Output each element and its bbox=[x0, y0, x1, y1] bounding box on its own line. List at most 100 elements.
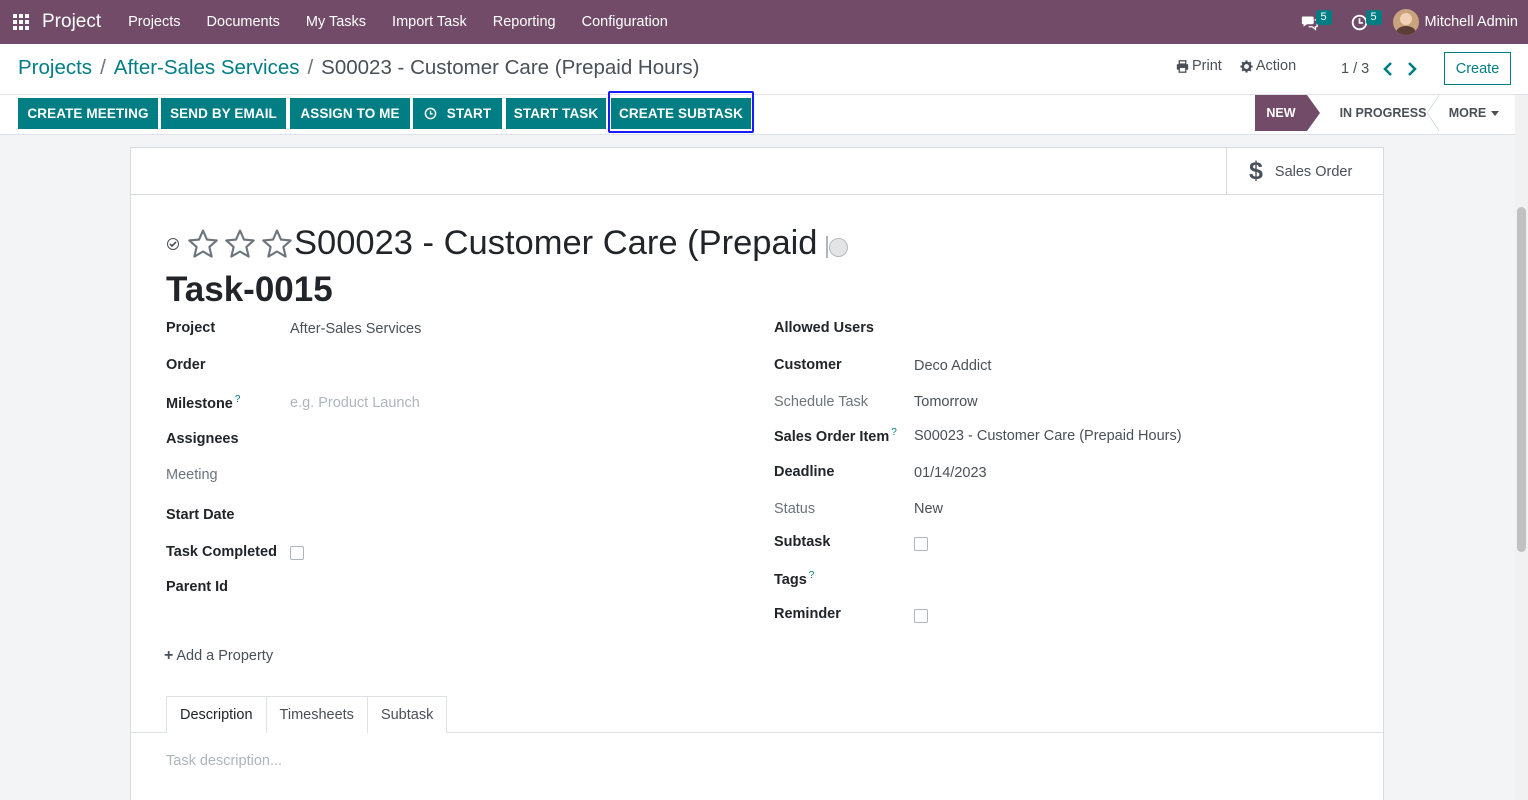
status-label: Status bbox=[774, 501, 816, 517]
sales-order-smart-button[interactable]: $ Sales Order bbox=[1226, 148, 1383, 195]
create-meeting-button[interactable]: CREATE MEETING bbox=[18, 98, 158, 129]
plus-icon: + bbox=[164, 647, 174, 664]
reminder-checkbox[interactable] bbox=[914, 609, 928, 623]
assign-to-me-button[interactable]: ASSIGN TO ME bbox=[290, 98, 410, 129]
top-navbar: Project Projects Documents My Tasks Impo… bbox=[0, 0, 1528, 44]
text-cursor bbox=[826, 236, 828, 258]
messages-count-badge: 5 bbox=[1315, 10, 1332, 25]
breadcrumb-current: S00023 - Customer Care (Prepaid Hours) bbox=[321, 56, 700, 79]
stage-more-label: MORE bbox=[1448, 106, 1487, 120]
print-icon bbox=[1176, 59, 1189, 73]
sales-order-item-field[interactable]: S00023 - Customer Care (Prepaid Hours) bbox=[914, 428, 1182, 444]
tab-subtask[interactable]: Subtask bbox=[366, 696, 448, 733]
start-task-button[interactable]: START TASK bbox=[506, 98, 606, 129]
sales-order-item-label-text: Sales Order Item bbox=[774, 428, 890, 445]
pager-value[interactable]: 1 / 3 bbox=[1341, 61, 1369, 77]
menu-documents[interactable]: Documents bbox=[194, 14, 293, 30]
sales-order-item-label: Sales Order Item? bbox=[774, 427, 897, 445]
customer-field[interactable]: Deco Addict bbox=[914, 358, 991, 374]
meeting-label: Meeting bbox=[166, 467, 218, 483]
task-number: Task-0015 bbox=[166, 270, 333, 309]
help-icon[interactable]: ? bbox=[235, 394, 241, 405]
sales-order-label: Sales Order bbox=[1274, 163, 1353, 180]
tags-label-text: Tags bbox=[774, 571, 807, 588]
breadcrumb-separator: / bbox=[307, 56, 314, 79]
caret-down-icon bbox=[1491, 110, 1500, 116]
add-property-label: Add a Property bbox=[176, 648, 274, 664]
create-button[interactable]: Create bbox=[1444, 52, 1511, 85]
milestone-field[interactable]: e.g. Product Launch bbox=[290, 395, 420, 411]
stage-new[interactable]: NEW bbox=[1255, 95, 1320, 131]
stage-in-progress[interactable]: IN PROGRESS bbox=[1320, 95, 1439, 131]
reminder-label: Reminder bbox=[774, 606, 841, 622]
done-check-icon[interactable] bbox=[167, 237, 179, 250]
schedule-task-label: Schedule Task bbox=[774, 394, 869, 410]
stage-more-dropdown[interactable]: MORE bbox=[1444, 95, 1504, 131]
allowed-users-label: Allowed Users bbox=[774, 320, 874, 336]
start-label: START bbox=[446, 106, 492, 121]
messages-button[interactable]: 5 bbox=[1293, 0, 1332, 44]
user-menu[interactable]: Mitchell Admin bbox=[1392, 9, 1518, 35]
deadline-field[interactable]: 01/14/2023 bbox=[914, 465, 987, 481]
customer-label: Customer bbox=[774, 357, 842, 373]
priority-star-icon[interactable] bbox=[223, 227, 257, 261]
order-label: Order bbox=[166, 357, 206, 373]
menu-my-tasks[interactable]: My Tasks bbox=[293, 14, 379, 30]
activities-button[interactable]: 5 bbox=[1343, 0, 1382, 44]
user-avatar bbox=[1392, 9, 1419, 35]
description-editor[interactable]: Task description... bbox=[166, 753, 282, 769]
subtask-checkbox[interactable] bbox=[914, 537, 928, 551]
chevron-left-icon bbox=[1383, 62, 1393, 76]
breadcrumb: Projects / After-Sales Services / S00023… bbox=[18, 56, 699, 80]
scrollbar[interactable] bbox=[1515, 95, 1528, 800]
schedule-task-field[interactable]: Tomorrow bbox=[914, 394, 978, 410]
action-label: Action bbox=[1255, 58, 1297, 74]
control-actions: Print Action bbox=[1176, 58, 1296, 74]
action-button[interactable]: Action bbox=[1240, 58, 1296, 74]
subtask-label: Subtask bbox=[774, 534, 831, 550]
chevron-right-icon bbox=[1408, 62, 1418, 76]
menu-configuration[interactable]: Configuration bbox=[569, 14, 681, 30]
form-sheet: $ Sales Order S00023 - Customer Care (Pr… bbox=[130, 147, 1384, 800]
project-field[interactable]: After-Sales Services bbox=[290, 321, 421, 337]
breadcrumb-projects[interactable]: Projects bbox=[18, 56, 92, 80]
milestone-label-text: Milestone bbox=[166, 395, 233, 412]
pager-next[interactable] bbox=[1401, 59, 1423, 79]
help-icon[interactable]: ? bbox=[809, 570, 815, 581]
send-by-email-button[interactable]: SEND BY EMAIL bbox=[161, 98, 286, 129]
print-button[interactable]: Print bbox=[1176, 58, 1222, 74]
print-label: Print bbox=[1192, 58, 1222, 74]
scrollbar-thumb[interactable] bbox=[1517, 207, 1526, 552]
parent-id-label: Parent Id bbox=[166, 579, 229, 595]
task-completed-label: Task Completed bbox=[166, 544, 277, 560]
timer-icon bbox=[424, 107, 437, 120]
user-name: Mitchell Admin bbox=[1424, 14, 1518, 30]
priority-star-icon[interactable] bbox=[260, 227, 294, 261]
task-completed-checkbox[interactable] bbox=[290, 546, 304, 560]
apps-menu-icon[interactable] bbox=[13, 14, 29, 30]
breadcrumb-project[interactable]: After-Sales Services bbox=[114, 56, 300, 80]
dollar-icon: $ bbox=[1249, 157, 1263, 185]
tab-timesheets[interactable]: Timesheets bbox=[265, 696, 368, 733]
tab-description[interactable]: Description bbox=[166, 696, 267, 733]
project-label: Project bbox=[166, 320, 216, 336]
add-property-button[interactable]: + Add a Property bbox=[164, 647, 273, 665]
menu-reporting[interactable]: Reporting bbox=[480, 14, 569, 30]
start-button[interactable]: START bbox=[413, 98, 502, 129]
priority-star-icon[interactable] bbox=[186, 227, 220, 261]
pager: 1 / 3 bbox=[1341, 59, 1423, 79]
menu-import-task[interactable]: Import Task bbox=[379, 14, 480, 30]
form-action-bar: CREATE MEETING SEND BY EMAIL ASSIGN TO M… bbox=[0, 95, 1528, 135]
menu-projects[interactable]: Projects bbox=[115, 14, 193, 30]
systray: 5 5 Mitchell Admin bbox=[1293, 0, 1528, 44]
task-title-input[interactable]: S00023 - Customer Care (Prepaid Hours) bbox=[294, 224, 817, 263]
deadline-label: Deadline bbox=[774, 464, 835, 480]
kanban-state-icon[interactable] bbox=[829, 238, 848, 257]
app-brand[interactable]: Project bbox=[42, 11, 101, 33]
pager-previous[interactable] bbox=[1377, 59, 1399, 79]
help-icon[interactable]: ? bbox=[891, 427, 897, 438]
breadcrumb-separator: / bbox=[100, 56, 106, 79]
create-subtask-button[interactable]: CREATE SUBTASK bbox=[611, 98, 751, 129]
activities-count-badge: 5 bbox=[1365, 10, 1382, 25]
smart-button-box: $ Sales Order bbox=[131, 148, 1383, 195]
